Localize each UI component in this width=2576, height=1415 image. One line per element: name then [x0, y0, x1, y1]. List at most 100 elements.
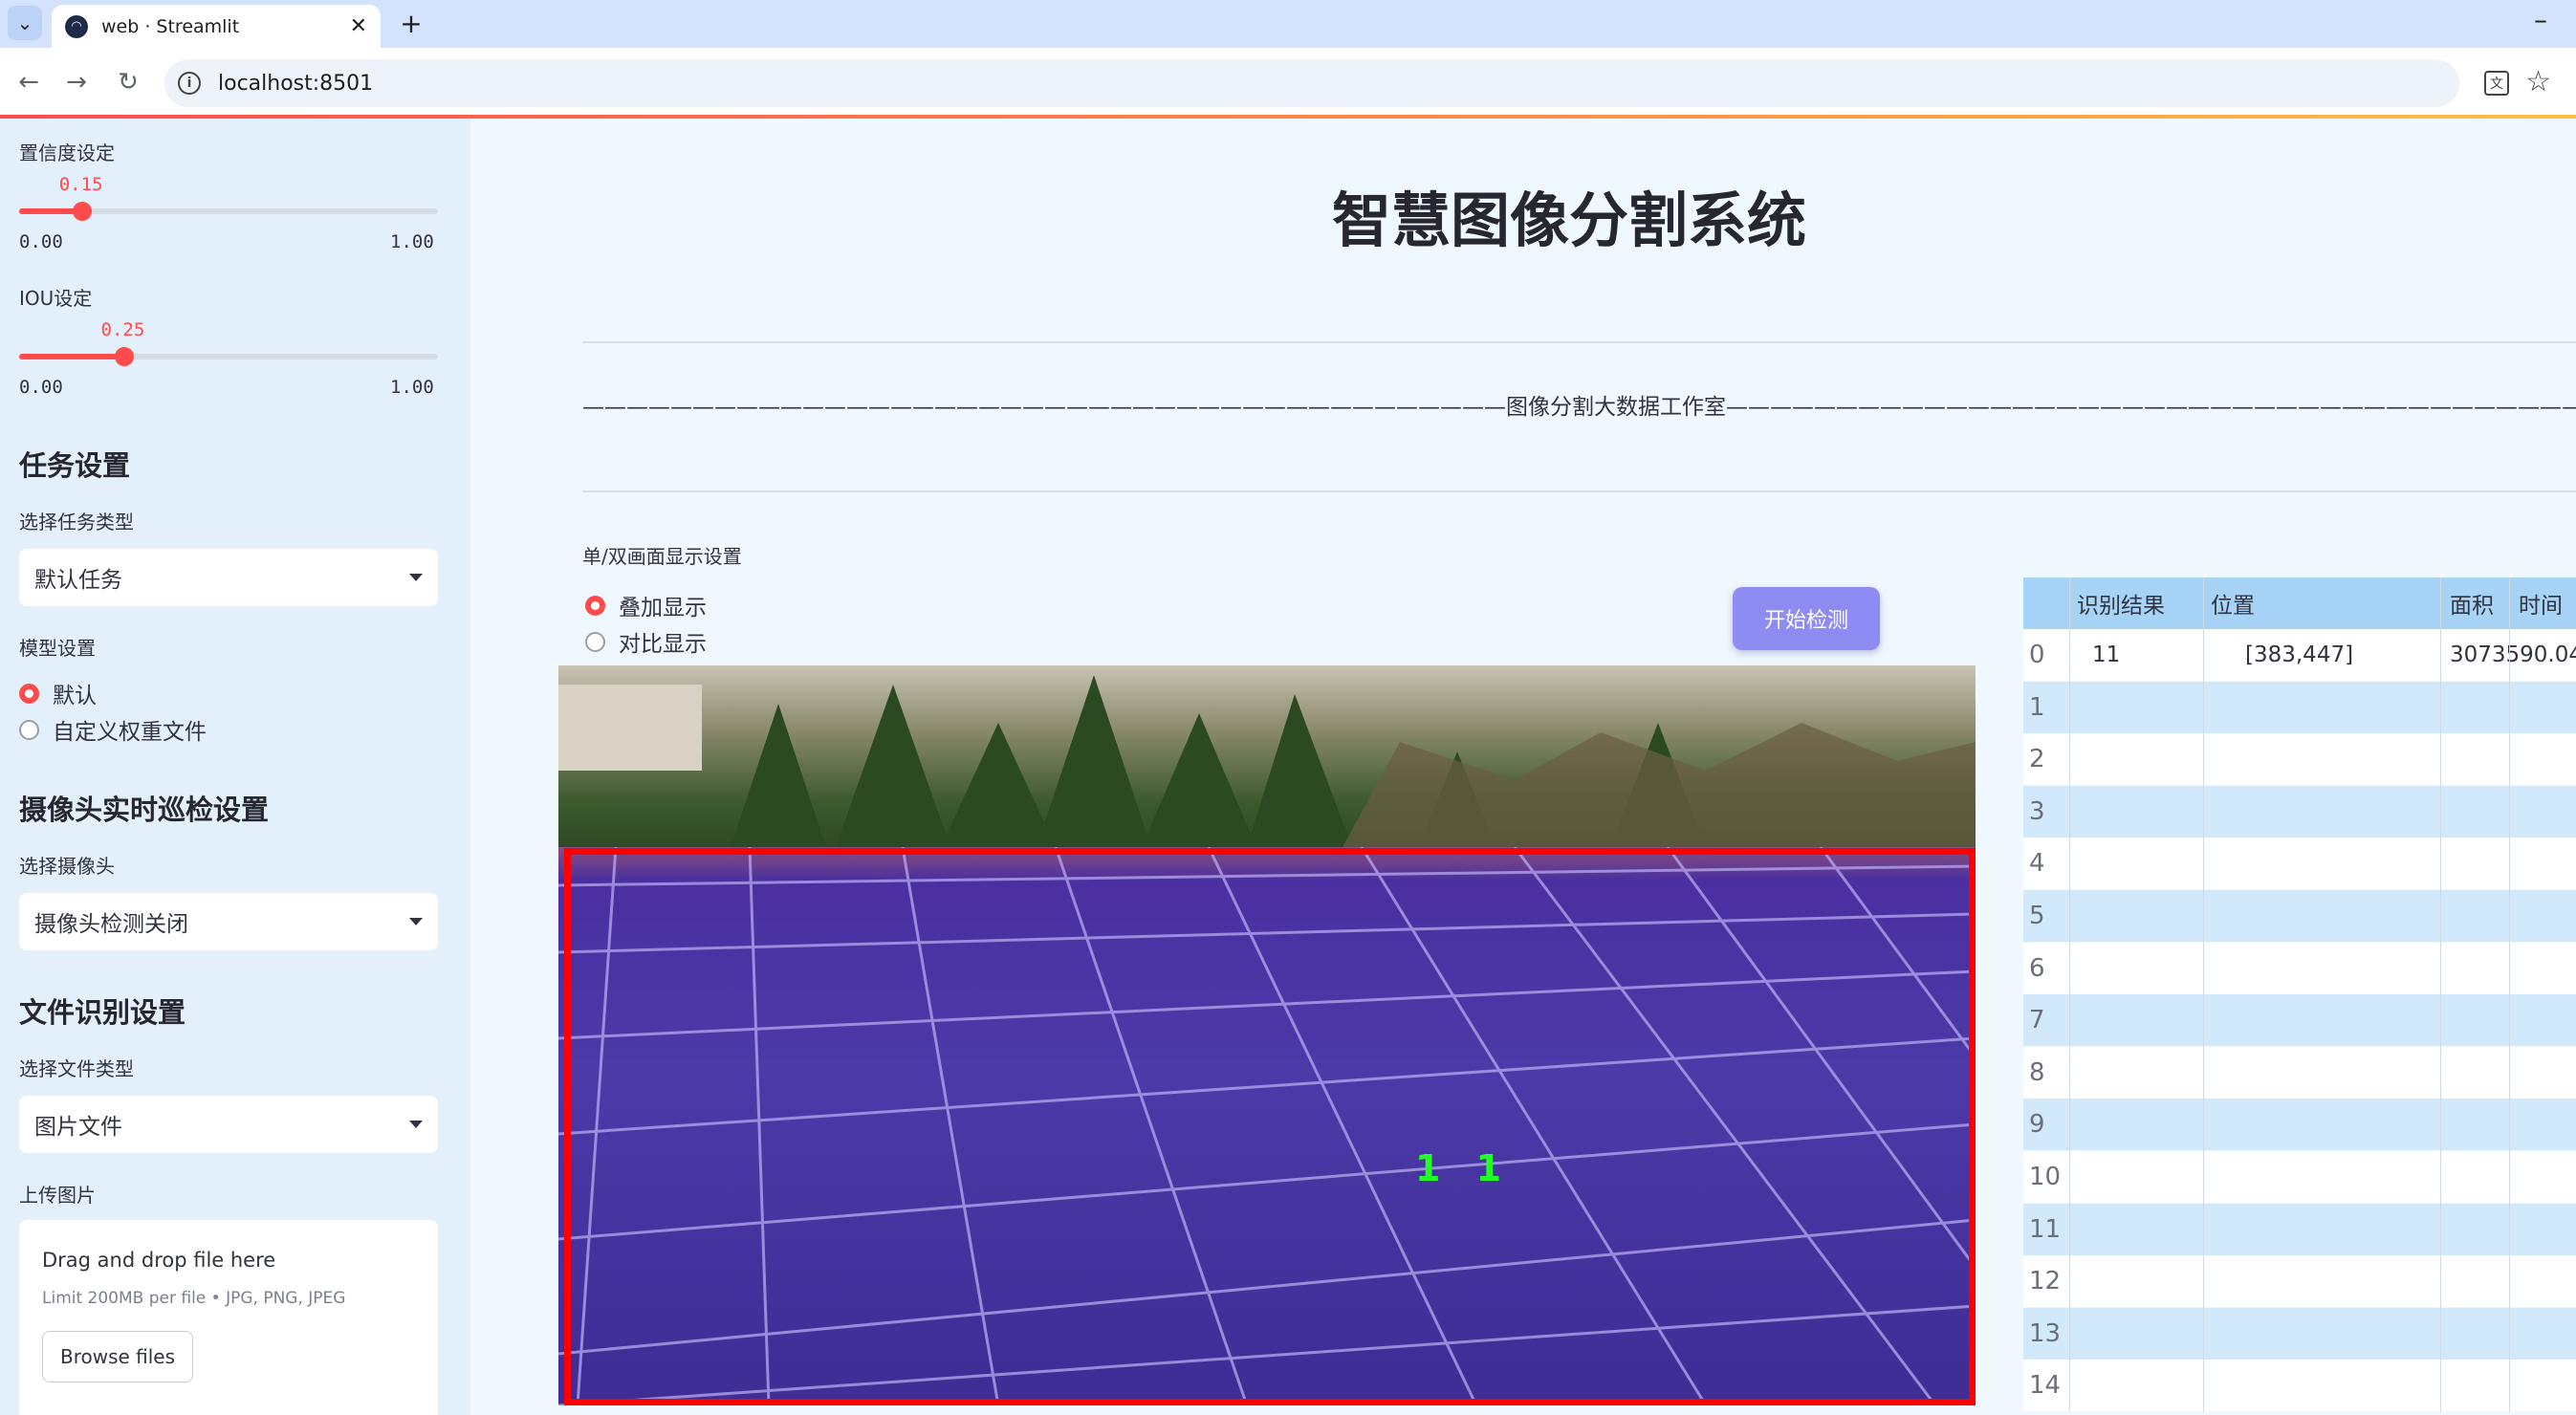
streamlit-favicon-icon: ◠	[65, 14, 88, 38]
detection-bounding-box	[564, 848, 1976, 1405]
row-index: 6	[2029, 953, 2045, 983]
row-index: 3	[2029, 796, 2045, 826]
browser-tab[interactable]: ◠ web · Streamlit ✕	[52, 5, 381, 48]
table-row[interactable]: 14	[2023, 1360, 2576, 1412]
row-index: 13	[2029, 1318, 2062, 1348]
row-index: 11	[2029, 1214, 2062, 1244]
task-type-label: 选择任务类型	[19, 511, 134, 533]
table-row[interactable]: 4	[2023, 838, 2576, 890]
start-detection-button[interactable]: 开始检测	[1733, 587, 1880, 650]
table-row[interactable]: 3	[2023, 785, 2576, 838]
table-row[interactable]: 9	[2023, 1099, 2576, 1151]
conf-slider-thumb[interactable]	[72, 202, 92, 221]
back-arrow-icon[interactable]: ←	[10, 63, 48, 101]
omnibox[interactable]: i localhost:8501	[164, 59, 2459, 107]
file-type-select[interactable]: 图片文件	[19, 1096, 438, 1153]
iou-slider-value: 0.25	[100, 319, 145, 340]
radio-unselected-icon[interactable]	[585, 631, 605, 652]
row-index: 9	[2029, 1110, 2045, 1140]
table-row[interactable]: 12	[2023, 1255, 2576, 1308]
radio-selected-icon[interactable]	[19, 683, 39, 704]
site-info-icon[interactable]: i	[178, 72, 201, 95]
address-bar-row: ← → ↻ i localhost:8501 文 ☆	[0, 48, 2576, 117]
conf-slider-label: 置信度设定	[19, 142, 115, 164]
row-index: 10	[2029, 1163, 2062, 1191]
column-divider	[2203, 577, 2204, 1412]
model-settings-label: 模型设置	[19, 637, 96, 660]
model-radio-default-label: 默认	[53, 684, 97, 708]
radio-selected-icon[interactable]	[585, 595, 605, 616]
header-time[interactable]: 时间	[2519, 577, 2563, 629]
forward-arrow-icon[interactable]: →	[57, 63, 96, 101]
browse-files-button[interactable]: Browse files	[42, 1331, 193, 1382]
tab-search-chevron-icon[interactable]: ⌄	[8, 6, 42, 40]
column-divider	[2509, 577, 2510, 1412]
table-row[interactable]: 5	[2023, 890, 2576, 942]
iou-slider-min: 0.00	[19, 377, 63, 398]
divider-bottom	[582, 490, 2576, 492]
mode-radio-compare[interactable]: 对比显示	[585, 625, 707, 658]
cell-result: 11	[2092, 642, 2121, 667]
file-settings-header: 文件识别设置	[19, 996, 186, 1029]
table-row[interactable]: 8	[2023, 1046, 2576, 1099]
column-divider	[2440, 577, 2441, 1412]
camera-settings-header: 摄像头实时巡检设置	[19, 794, 270, 826]
conf-slider-track[interactable]	[19, 202, 438, 221]
header-area[interactable]: 面积	[2450, 577, 2494, 629]
dropzone-limit: Limit 200MB per file • JPG, PNG, JPEG	[42, 1289, 346, 1308]
conf-slider-value: 0.15	[58, 174, 103, 195]
table-row[interactable]: 7	[2023, 994, 2576, 1047]
studio-banner: ————————————————————————————————————————…	[582, 395, 2576, 420]
column-divider	[2069, 577, 2070, 1412]
table-row[interactable]: 6	[2023, 942, 2576, 994]
bookmark-star-icon[interactable]: ☆	[2525, 65, 2551, 98]
iou-slider-thumb[interactable]	[114, 347, 134, 366]
divider-top	[582, 341, 2576, 343]
table-row[interactable]: 11	[2023, 1203, 2576, 1255]
header-result[interactable]: 识别结果	[2077, 577, 2165, 629]
window-minimize-icon[interactable]: –	[2534, 4, 2547, 35]
task-settings-header: 任务设置	[19, 449, 131, 482]
translate-icon[interactable]: 文	[2484, 71, 2509, 96]
chevron-down-icon	[409, 574, 423, 581]
building-shape	[558, 685, 702, 771]
table-row[interactable]: 2	[2023, 733, 2576, 786]
row-index: 4	[2029, 849, 2045, 879]
tab-title: web · Streamlit	[101, 15, 240, 37]
table-row[interactable]: 10	[2023, 1151, 2576, 1203]
mode-radio-compare-label: 对比显示	[619, 632, 707, 657]
cell-area: 3073590.04	[2450, 642, 2576, 667]
table-row[interactable]: 1	[2023, 681, 2576, 733]
iou-slider-fill	[19, 354, 124, 359]
table-row[interactable]: 0 11 [383,447] 3073590.04	[2023, 629, 2576, 681]
row-index: 0	[2029, 641, 2045, 669]
table-header-row: 识别结果 位置 面积 时间	[2023, 577, 2576, 629]
mode-radio-overlay-label: 叠加显示	[619, 596, 707, 620]
url-text[interactable]: localhost:8501	[218, 72, 373, 96]
iou-slider-max: 1.00	[390, 377, 434, 398]
row-index: 14	[2029, 1371, 2062, 1401]
model-radio-default[interactable]: 默认	[19, 677, 97, 709]
model-radio-custom[interactable]: 自定义权重文件	[19, 713, 207, 746]
iou-slider-label: IOU设定	[19, 287, 93, 310]
dropzone-title: Drag and drop file here	[42, 1249, 276, 1272]
header-position[interactable]: 位置	[2211, 577, 2255, 629]
camera-select[interactable]: 摄像头检测关闭	[19, 893, 438, 950]
tab-close-icon[interactable]: ✕	[350, 14, 367, 38]
mode-radio-overlay[interactable]: 叠加显示	[585, 589, 707, 621]
row-index: 12	[2029, 1267, 2062, 1296]
detection-class-label: 1 1	[1415, 1147, 1514, 1189]
task-type-select[interactable]: 默认任务	[19, 549, 438, 606]
row-index: 7	[2029, 1006, 2045, 1035]
reload-icon[interactable]: ↻	[109, 63, 147, 101]
table-row[interactable]: 13	[2023, 1307, 2576, 1360]
conf-slider-max: 1.00	[390, 231, 434, 252]
file-dropzone[interactable]: Drag and drop file here Limit 200MB per …	[19, 1220, 438, 1415]
cell-position: [383,447]	[2245, 642, 2354, 667]
camera-select-label: 选择摄像头	[19, 855, 115, 878]
chevron-down-icon	[409, 918, 423, 925]
new-tab-plus-icon[interactable]: +	[394, 6, 428, 40]
iou-slider-track[interactable]	[19, 347, 438, 366]
radio-unselected-icon[interactable]	[19, 719, 39, 740]
row-index: 8	[2029, 1057, 2045, 1087]
